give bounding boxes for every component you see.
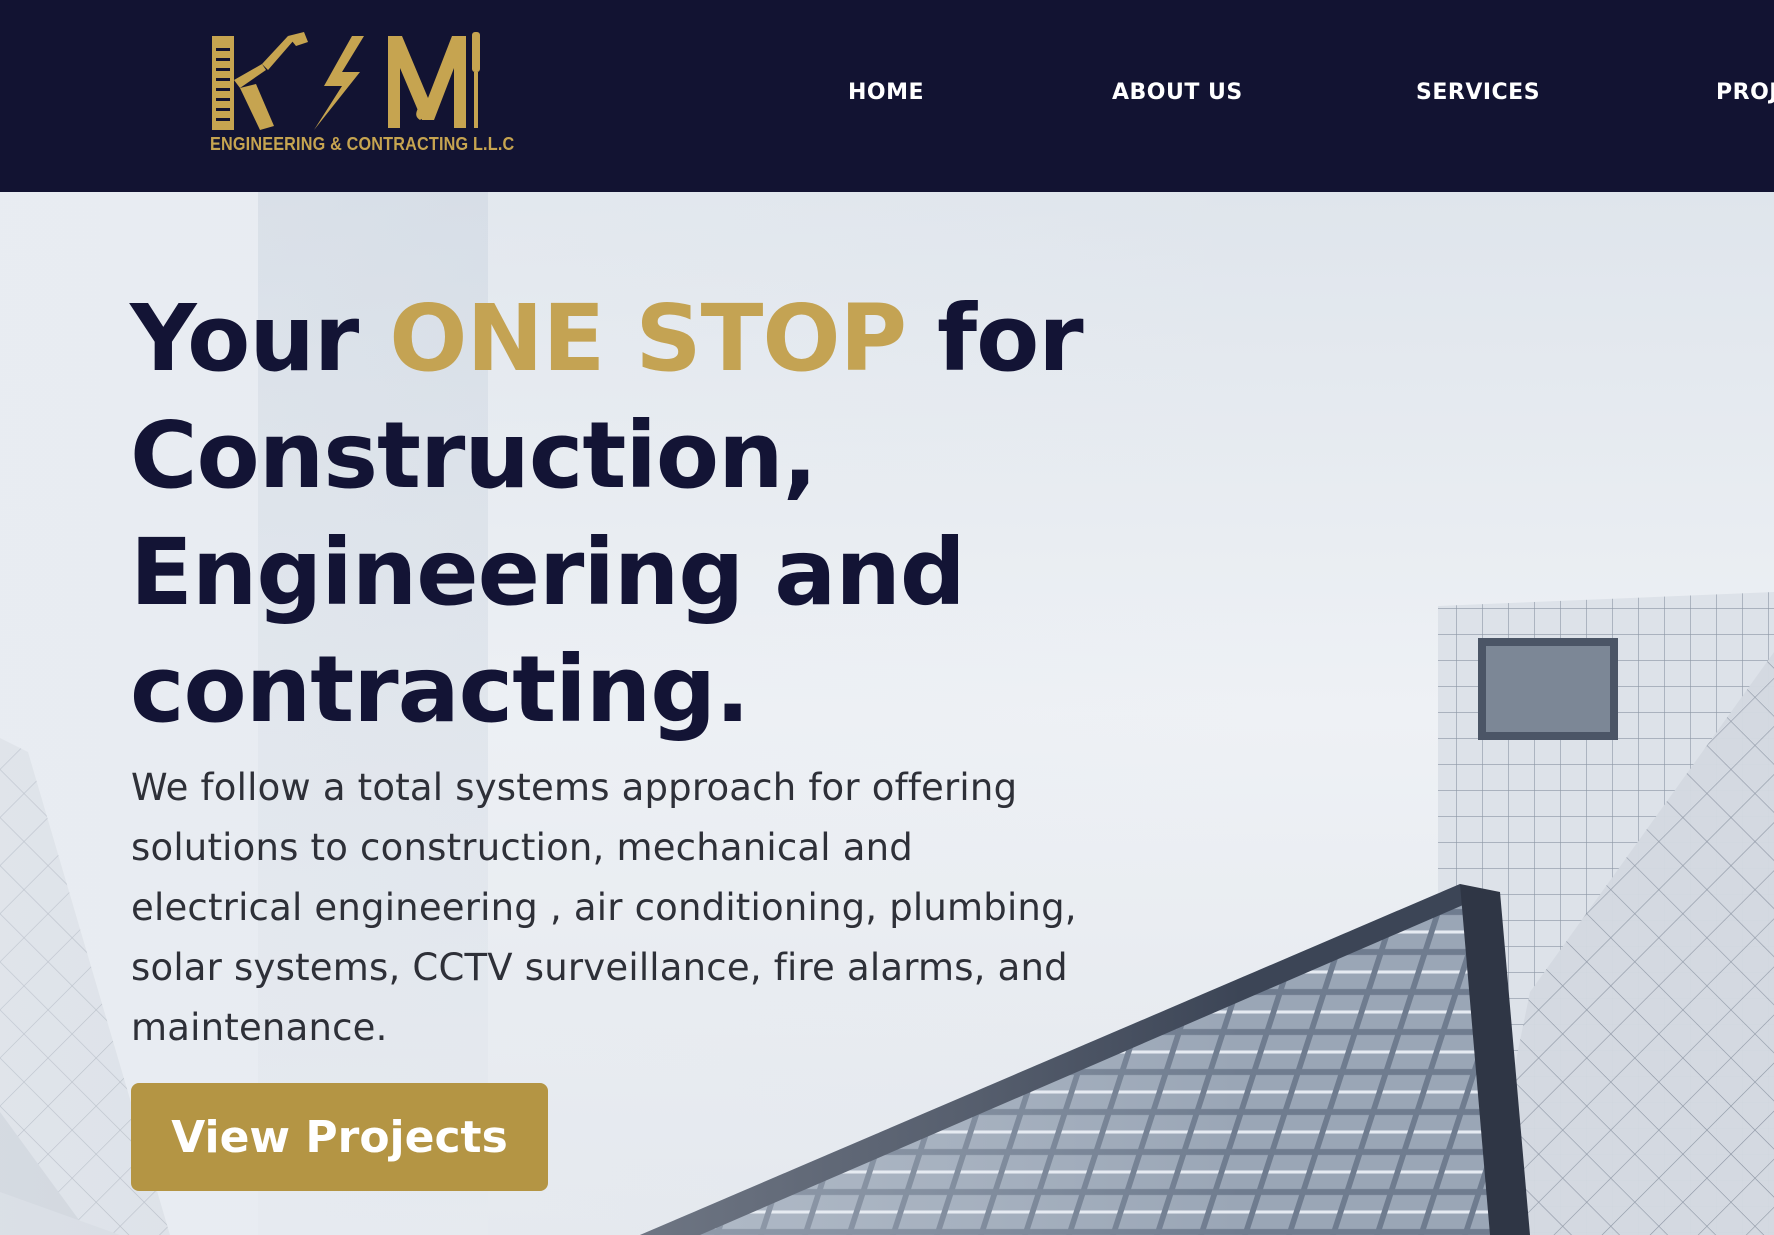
nav-item-services[interactable]: SERVICES	[1416, 80, 1540, 105]
main-nav: HOME ABOUT US SERVICES PROJ	[0, 80, 1774, 112]
hero-section: Your ONE STOP for Construction, Engineer…	[0, 192, 1774, 1235]
site-header: ENGINEERING & CONTRACTING L.L.C HOME ABO…	[0, 0, 1774, 192]
headline-accent: ONE STOP	[389, 285, 907, 392]
headline-lead: Your	[130, 285, 390, 392]
view-projects-button[interactable]: View Projects	[131, 1083, 548, 1191]
hero-headline: Your ONE STOP for Construction, Engineer…	[130, 280, 1130, 748]
logo-tagline: ENGINEERING & CONTRACTING L.L.C	[210, 134, 515, 154]
hero-description: We follow a total systems approach for o…	[131, 766, 1077, 1049]
nav-item-home[interactable]: HOME	[848, 80, 924, 105]
nav-item-projects[interactable]: PROJ	[1716, 80, 1774, 105]
nav-item-about-us[interactable]: ABOUT US	[1112, 80, 1243, 105]
